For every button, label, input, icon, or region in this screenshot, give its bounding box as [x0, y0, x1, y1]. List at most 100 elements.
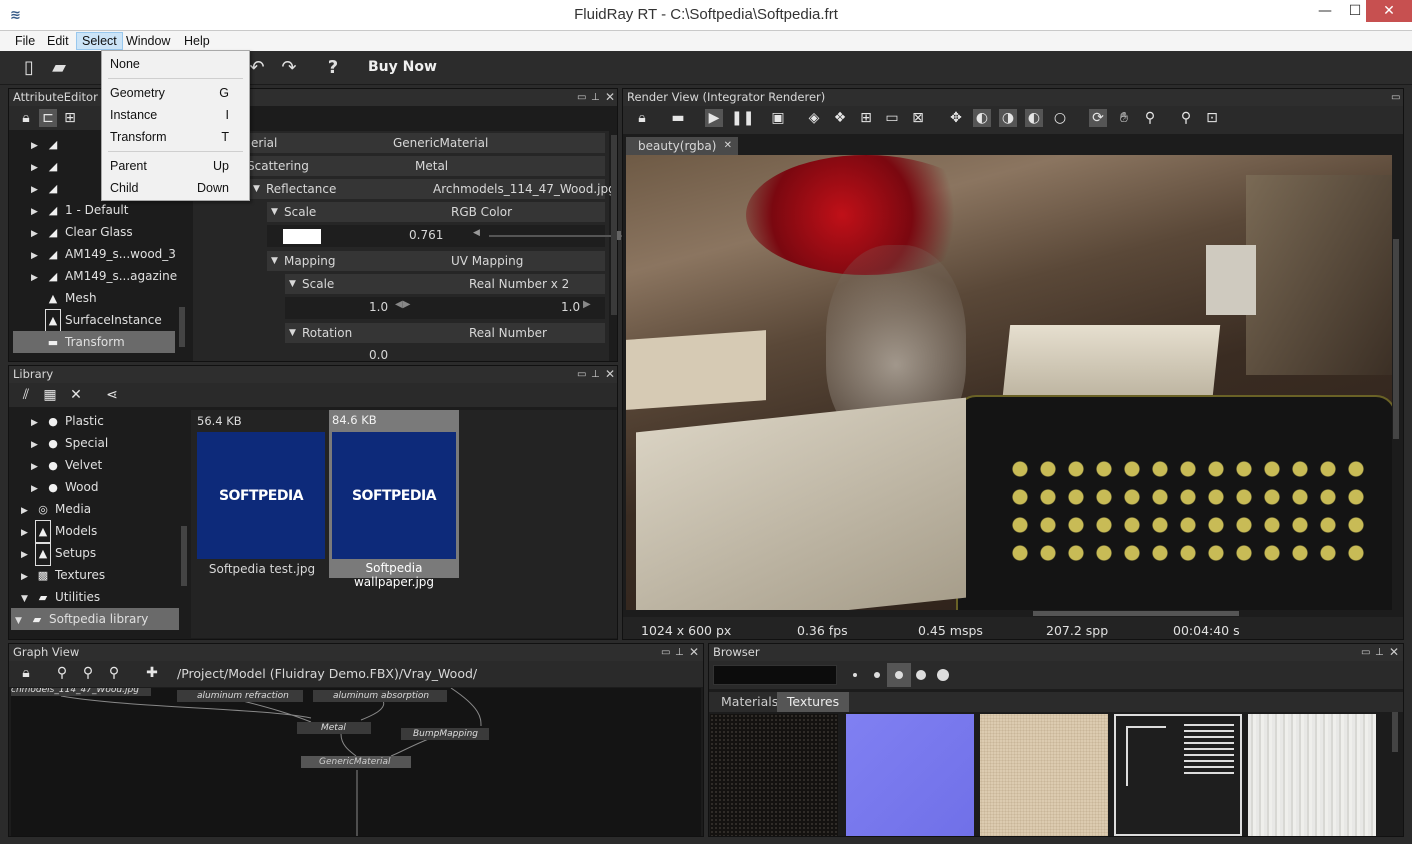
color-swatch[interactable] [283, 229, 321, 244]
panel-float-icon[interactable]: ▭ [1391, 89, 1400, 106]
zoom-out-icon[interactable]: ⚲ [79, 664, 97, 682]
pause-icon[interactable]: ❚❚ [731, 109, 754, 127]
move-icon[interactable]: ✥ [947, 109, 965, 127]
file-thumbnail-selected[interactable]: 84.6 KB SOFTPEDIA Softpedia wallpaper.jp… [329, 410, 459, 589]
tree-row-selected[interactable]: ▼ ▰ Softpedia library [11, 608, 179, 630]
render-scrollbar-h[interactable] [1033, 611, 1239, 616]
prop-value[interactable]: Metal [415, 156, 448, 176]
cube-icon[interactable]: ◈ [805, 109, 823, 127]
help-icon[interactable]: ? [322, 57, 344, 79]
menu-item-geometry[interactable]: Geometry G [110, 83, 241, 103]
panel-close-icon[interactable]: ✕ [689, 644, 699, 661]
graph-node[interactable]: aluminum refraction [177, 690, 303, 702]
hand-icon[interactable]: ✋︎ [1115, 109, 1133, 127]
tab-beauty[interactable]: beauty(rgba) ✕ [626, 137, 738, 155]
tree-row[interactable]: ▶ ◢ [31, 133, 65, 155]
prop-value[interactable]: Real Number x 2 [469, 274, 569, 294]
redo-icon[interactable]: ↷ [278, 57, 300, 79]
panel-float-icon[interactable]: ▭ [577, 89, 586, 106]
tree-row[interactable]: ▼ ▰ Utilities [21, 586, 100, 608]
tree-row[interactable]: ▶ ● Wood [31, 476, 98, 498]
number-field[interactable]: 0.0 [369, 348, 388, 361]
slider-left-arrow-icon[interactable]: ◀ [473, 228, 480, 238]
menu-item-parent[interactable]: Parent Up [110, 156, 241, 176]
panel-float-icon[interactable]: ▭ [577, 366, 586, 383]
tree-row[interactable]: ▶ ● Velvet [31, 454, 102, 476]
collapse-arrow-icon[interactable]: ▼ [289, 323, 296, 343]
thumb-size-xs[interactable] [853, 673, 857, 677]
menu-select[interactable]: Select [76, 32, 123, 50]
panel-pin-icon[interactable]: ⊥ [591, 89, 600, 106]
frame-icon[interactable]: ▭ [883, 109, 901, 127]
panel-close-icon[interactable]: ✕ [605, 89, 615, 106]
tree-row[interactable]: ▶ ◢ AM149_s...wood_3 [31, 243, 176, 265]
zoom-reset-icon[interactable]: ⚲ [1177, 109, 1195, 127]
rotate-icon[interactable]: ⟳ [1089, 109, 1107, 127]
prop-value[interactable]: GenericMaterial [393, 133, 488, 153]
zoom-icon[interactable]: ⚲ [1141, 109, 1159, 127]
lock-icon[interactable]: 🔒︎ [633, 109, 651, 127]
thumb-size-s[interactable] [874, 672, 880, 678]
thumb-size-xl[interactable] [937, 669, 949, 681]
tree-row[interactable]: ▶ ▩ Textures [21, 564, 105, 586]
cubes-icon[interactable]: ❖ [831, 109, 849, 127]
menu-item-child[interactable]: Child Down [110, 178, 241, 198]
close-button[interactable]: ✕ [1366, 0, 1412, 22]
panel-pin-icon[interactable]: ⊥ [1375, 644, 1384, 661]
menu-edit[interactable]: Edit [42, 32, 74, 50]
tree-scrollbar[interactable] [179, 307, 185, 347]
graph-node[interactable]: BumpMapping [401, 728, 489, 740]
browser-scrollbar[interactable] [1392, 712, 1398, 752]
prop-value[interactable]: Archmodels_114_47_Wood.jpg [433, 179, 616, 199]
new-file-icon[interactable]: ▯ [18, 57, 40, 79]
collapse-arrow-icon[interactable]: ▼ [253, 179, 260, 199]
texture-swatch-wood-light[interactable] [1248, 714, 1376, 836]
open-folder-icon[interactable]: ▰ [48, 57, 70, 79]
video-camera-icon[interactable]: ⊠ [909, 109, 927, 127]
minimize-button[interactable]: — [1310, 0, 1340, 24]
panel-float-icon[interactable]: ▭ [661, 644, 670, 661]
lock-icon[interactable]: 🔒︎ [17, 109, 35, 127]
tree-row-selected[interactable]: ▬ Transform [13, 331, 175, 353]
zoom-reset-icon[interactable]: ⚲ [105, 664, 123, 682]
save-image-icon[interactable]: ▣ [769, 109, 787, 127]
menu-file[interactable]: File [10, 32, 40, 50]
expand-icon[interactable]: ⊞ [61, 109, 79, 127]
texture-swatch-normal-map[interactable] [846, 714, 974, 836]
menu-window[interactable]: Window [121, 32, 175, 50]
graph-node[interactable]: aluminum absorption [313, 690, 447, 702]
panel-float-icon[interactable]: ▭ [1361, 644, 1370, 661]
prop-value[interactable]: RGB Color [451, 202, 512, 222]
texture-swatch-dark-noise[interactable] [710, 714, 838, 836]
tree-row[interactable]: ▶ ● Plastic [31, 410, 104, 432]
file-thumbnail[interactable]: 56.4 KB SOFTPEDIA Softpedia test.jpg [195, 412, 325, 580]
add-node-icon[interactable]: ✚ [143, 664, 161, 682]
number-field[interactable]: 0.761 [409, 228, 443, 242]
library-tree-scrollbar[interactable] [181, 526, 187, 586]
tree-row[interactable]: ▶ ◢ AM149_s...agazine [31, 265, 177, 287]
zoom-in-icon[interactable]: ⚲ [53, 664, 71, 682]
panel-close-icon[interactable]: ✕ [605, 366, 615, 383]
panel-pin-icon[interactable]: ⊥ [675, 644, 684, 661]
zoom-fit-icon[interactable]: ⊡ [1203, 109, 1221, 127]
camera-add-icon[interactable]: ▬ [669, 109, 687, 127]
exposure-1-icon[interactable]: ◐ [973, 109, 991, 127]
number-field[interactable]: 1.0 [561, 300, 580, 314]
exposure-3-icon[interactable]: ◐ [1025, 109, 1043, 127]
number-field[interactable]: 1.0 [369, 300, 388, 314]
tree-row[interactable]: ▲ SurfaceInstance [45, 309, 162, 333]
share-icon[interactable]: ⋖ [103, 386, 121, 404]
exposure-2-icon[interactable]: ◑ [999, 109, 1017, 127]
graph-node[interactable]: chmodels_114_47_Wood.jpg [11, 688, 151, 696]
render-scrollbar-v[interactable] [1393, 239, 1399, 439]
thumb-size-l[interactable] [916, 670, 926, 680]
tree-row[interactable]: ▲ Mesh [45, 287, 97, 309]
circle-icon[interactable]: ○ [1051, 109, 1069, 127]
tree-row[interactable]: ▶ ▲ Setups [21, 542, 96, 566]
library-books-icon[interactable]: ⫽ [17, 386, 35, 404]
texture-swatch-paper[interactable] [980, 714, 1108, 836]
collapse-arrow-icon[interactable]: ▼ [271, 251, 278, 271]
tree-row[interactable]: ▶ ◢ [31, 177, 65, 199]
tab-materials[interactable]: Materials [721, 694, 778, 709]
graph-node[interactable]: GenericMaterial [301, 756, 411, 768]
